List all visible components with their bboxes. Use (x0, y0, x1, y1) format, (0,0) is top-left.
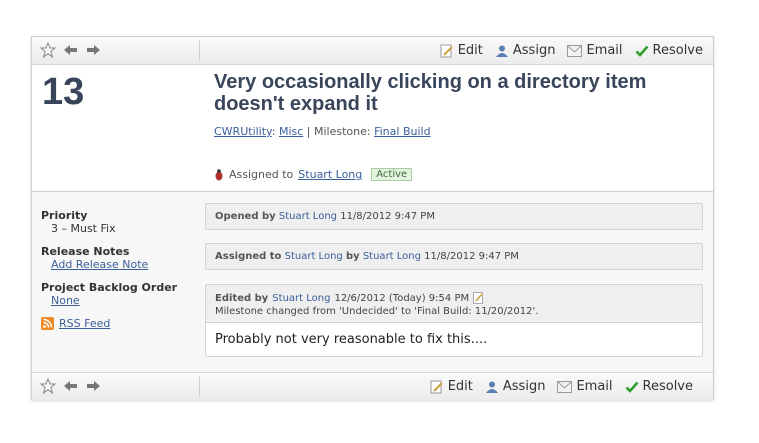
pencil-icon (440, 44, 454, 58)
pencil-icon (430, 380, 444, 394)
edit-button[interactable]: Edit (440, 43, 483, 58)
resolve-label: Resolve (642, 379, 693, 394)
rss-feed-link[interactable]: RSS Feed (59, 317, 110, 330)
area-link[interactable]: Misc (279, 125, 303, 138)
edit-label: Edit (447, 379, 473, 394)
assignee-link[interactable]: Stuart Long (298, 168, 362, 181)
user-icon (485, 380, 499, 394)
bottom-toolbar: Edit Assign Email Resolve (32, 372, 713, 400)
top-toolbar: Edit Assign Email Resolve (32, 37, 713, 65)
email-label: Email (576, 379, 613, 394)
milestone-label: Milestone: (314, 125, 371, 138)
event-comment: Probably not very reasonable to fix this… (206, 322, 702, 356)
check-icon (635, 44, 649, 58)
add-release-note-link[interactable]: Add Release Note (51, 258, 148, 271)
priority-value[interactable]: 3 – Must Fix (41, 222, 201, 235)
bug-icon (214, 168, 224, 181)
envelope-icon (557, 380, 573, 393)
project-link[interactable]: CWRUtility (214, 125, 272, 138)
toolbar-divider (199, 40, 200, 61)
rss-feed[interactable]: RSS Feed (41, 317, 201, 330)
email-button[interactable]: Email (567, 43, 623, 58)
arrow-left-icon[interactable] (64, 44, 78, 56)
edit-label: Edit (457, 43, 483, 58)
resolve-button[interactable]: Resolve (625, 379, 693, 394)
case-header: 13 Very occasionally clicking on a direc… (32, 65, 713, 192)
event-edited: Edited by Stuart Long 12/6/2012 (Today) … (205, 284, 703, 357)
release-notes-label: Release Notes (41, 245, 130, 258)
event-date: 11/8/2012 9:47 PM (424, 251, 519, 262)
assigned-prefix: Assigned to (229, 168, 294, 181)
assign-button[interactable]: Assign (495, 43, 556, 58)
event-assigned: Assigned to Stuart Long by Stuart Long 1… (205, 243, 703, 270)
case-meta: CWRUtility: Misc | Milestone: Final Buil… (214, 125, 431, 138)
event-action: Edited by (215, 292, 269, 304)
arrow-right-icon[interactable] (86, 380, 100, 392)
assigned-row: Assigned to Stuart Long Active (214, 168, 413, 181)
assign-label: Assign (512, 43, 556, 58)
assign-label: Assign (502, 379, 546, 394)
assign-button[interactable]: Assign (485, 379, 546, 394)
status-badge: Active (371, 168, 413, 181)
event-date: 12/6/2012 (Today) 9:54 PM (334, 292, 470, 304)
event-action: Assigned to (215, 251, 282, 262)
check-icon (625, 380, 639, 394)
arrow-right-icon[interactable] (86, 44, 100, 56)
toolbar-divider (199, 376, 200, 397)
rss-icon (41, 317, 54, 330)
email-button[interactable]: Email (557, 379, 613, 394)
backlog-label: Project Backlog Order (41, 281, 178, 294)
resolve-button[interactable]: Resolve (635, 43, 703, 58)
event-by: by (345, 251, 360, 262)
arrow-left-icon[interactable] (64, 380, 78, 392)
event-user-link[interactable]: Stuart Long (272, 293, 330, 304)
event-opened: Opened by Stuart Long 11/8/2012 9:47 PM (205, 203, 703, 230)
edit-button[interactable]: Edit (430, 379, 473, 394)
milestone-link[interactable]: Final Build (374, 125, 430, 138)
envelope-icon (567, 44, 583, 57)
email-label: Email (586, 43, 623, 58)
case-panel: Edit Assign Email Resolve 13 Very occasi… (31, 36, 714, 400)
priority-label: Priority (41, 209, 88, 222)
case-title: Very occasionally clicking on a director… (214, 71, 647, 115)
star-icon[interactable] (40, 378, 56, 394)
event-by-user-link[interactable]: Stuart Long (363, 251, 421, 262)
case-number: 13 (42, 71, 85, 113)
edit-note-icon[interactable] (473, 292, 484, 304)
case-sidebar: Priority 3 – Must Fix Release Notes Add … (41, 203, 201, 330)
event-user-link[interactable]: Stuart Long (285, 251, 343, 262)
event-user-link[interactable]: Stuart Long (279, 211, 337, 222)
star-icon[interactable] (40, 42, 56, 58)
resolve-label: Resolve (652, 43, 703, 58)
user-icon (495, 44, 509, 58)
backlog-value-link[interactable]: None (51, 294, 80, 307)
event-date: 11/8/2012 9:47 PM (340, 211, 435, 222)
event-change-text: Milestone changed from 'Undecided' to 'F… (215, 306, 539, 317)
event-action: Opened by (215, 211, 276, 222)
